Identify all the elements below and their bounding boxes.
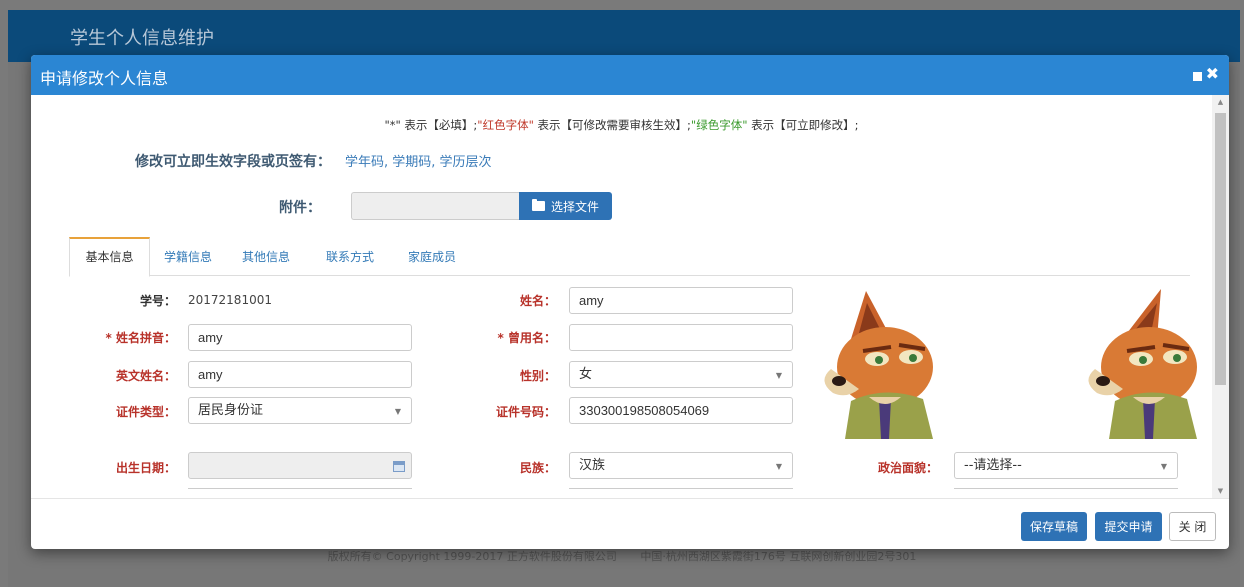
tab-other-info[interactable]: 其他信息 bbox=[231, 237, 301, 276]
tab-enrollment-info[interactable]: 学籍信息 bbox=[153, 237, 223, 276]
edit-info-dialog: 申请修改个人信息 ✖ "*" 表示【必填】;"红色字体" 表示【可修改需要审核生… bbox=[31, 55, 1229, 549]
note-required: "*" 表示【必填】; bbox=[384, 118, 478, 132]
vertical-scrollbar[interactable]: ▲ ▼ bbox=[1212, 95, 1229, 498]
ethnicity-select[interactable]: 汉族 ▼ bbox=[569, 452, 793, 479]
former-name-label: * 曾用名： bbox=[497, 331, 556, 345]
submit-button[interactable]: 提交申请 bbox=[1095, 512, 1162, 541]
tab-family-members[interactable]: 家庭成员 bbox=[397, 237, 467, 276]
instant-fields-row: 修改可立即生效字段或页签有： 学年码, 学期码, 学历层次 bbox=[135, 151, 492, 171]
student-photo bbox=[811, 289, 959, 439]
attachment-label: 附件： bbox=[279, 200, 321, 216]
tab-basic-info[interactable]: 基本信息 bbox=[69, 237, 150, 277]
id-type-value: 居民身份证 bbox=[198, 403, 264, 418]
dialog-header: 申请修改个人信息 ✖ bbox=[31, 55, 1229, 95]
student-id-label: 学号： bbox=[139, 294, 176, 308]
close-icon[interactable]: ✖ bbox=[1206, 66, 1219, 82]
dialog-footer: 保存草稿 提交申请 关 闭 bbox=[31, 498, 1229, 549]
save-draft-button[interactable]: 保存草稿 bbox=[1021, 512, 1087, 541]
scroll-thumb[interactable] bbox=[1215, 113, 1226, 385]
tab-contact[interactable]: 联系方式 bbox=[315, 237, 385, 276]
chevron-down-icon: ▼ bbox=[1160, 462, 1167, 471]
english-name-label: 英文姓名： bbox=[115, 369, 176, 383]
header-icons: ✖ bbox=[1192, 66, 1219, 82]
chevron-down-icon: ▼ bbox=[775, 371, 782, 380]
choose-file-button[interactable]: 选择文件 bbox=[519, 192, 612, 220]
student-id-value: 20172181001 bbox=[188, 293, 272, 307]
dialog-title: 申请修改个人信息 bbox=[40, 69, 169, 88]
chevron-down-icon: ▼ bbox=[775, 462, 782, 471]
footer-copyright: 版权所有© Copyright 1999-2017 正方软件股份有限公司 bbox=[327, 550, 617, 563]
instant-fields-label: 修改可立即生效字段或页签有： bbox=[135, 154, 331, 170]
gender-label: 性别： bbox=[519, 369, 556, 383]
scroll-up-arrow-icon[interactable]: ▲ bbox=[1212, 95, 1229, 109]
name-label: 姓名： bbox=[519, 294, 556, 308]
note-instant: 表示【可立即修改】; bbox=[747, 118, 859, 132]
political-status-label: 政治面貌： bbox=[877, 461, 938, 475]
name-pinyin-input[interactable] bbox=[188, 324, 412, 351]
footer-address: 中国·杭州西湖区紫霞街176号 互联网创新创业园2号301 bbox=[640, 550, 917, 563]
scroll-down-arrow-icon[interactable]: ▼ bbox=[1212, 484, 1229, 498]
close-button[interactable]: 关 闭 bbox=[1169, 512, 1216, 541]
id-number-input[interactable] bbox=[569, 397, 793, 424]
student-photo-preview bbox=[1061, 289, 1209, 439]
ethnicity-value: 汉族 bbox=[579, 458, 606, 473]
gender-select[interactable]: 女 ▼ bbox=[569, 361, 793, 388]
choose-file-label: 选择文件 bbox=[550, 199, 599, 214]
note-red-text: "红色字体" bbox=[477, 118, 534, 132]
former-name-input[interactable] bbox=[569, 324, 793, 351]
gender-value: 女 bbox=[579, 367, 593, 382]
ethnicity-label: 民族： bbox=[519, 461, 556, 475]
name-pinyin-label: * 姓名拼音： bbox=[105, 331, 176, 345]
note-green-text: "绿色字体" bbox=[690, 118, 748, 132]
id-number-label: 证件号码： bbox=[495, 405, 556, 419]
instant-fields-value: 学年码, 学期码, 学历层次 bbox=[345, 155, 492, 170]
page-footer: 版权所有© Copyright 1999-2017 正方软件股份有限公司 中国·… bbox=[0, 548, 1244, 564]
note-review: 表示【可修改需要审核生效】; bbox=[533, 118, 691, 132]
political-status-select[interactable]: --请选择-- ▼ bbox=[954, 452, 1178, 479]
calendar-icon[interactable] bbox=[393, 461, 405, 472]
id-type-select[interactable]: 居民身份证 ▼ bbox=[188, 397, 412, 424]
next-row-field bbox=[569, 488, 793, 489]
id-type-label: 证件类型： bbox=[115, 405, 176, 419]
app-title: 学生个人信息维护 bbox=[70, 28, 214, 49]
birth-date-label: 出生日期： bbox=[115, 461, 176, 475]
birth-date-input[interactable] bbox=[188, 452, 412, 479]
name-input[interactable] bbox=[569, 287, 793, 314]
tab-bar: 基本信息 学籍信息 其他信息 联系方式 家庭成员 bbox=[69, 237, 1190, 277]
attachment-input[interactable] bbox=[351, 192, 519, 220]
dialog-body: "*" 表示【必填】;"红色字体" 表示【可修改需要审核生效】;"绿色字体" 表… bbox=[31, 95, 1229, 498]
next-row-field bbox=[954, 488, 1178, 489]
political-status-value: --请选择-- bbox=[964, 458, 1022, 473]
folder-open-icon bbox=[531, 199, 545, 211]
next-row-field bbox=[188, 488, 412, 489]
maximize-icon[interactable] bbox=[1192, 71, 1202, 81]
chevron-down-icon: ▼ bbox=[394, 407, 401, 416]
english-name-input[interactable] bbox=[188, 361, 412, 388]
legend-note: "*" 表示【必填】;"红色字体" 表示【可修改需要审核生效】;"绿色字体" 表… bbox=[31, 117, 1212, 133]
